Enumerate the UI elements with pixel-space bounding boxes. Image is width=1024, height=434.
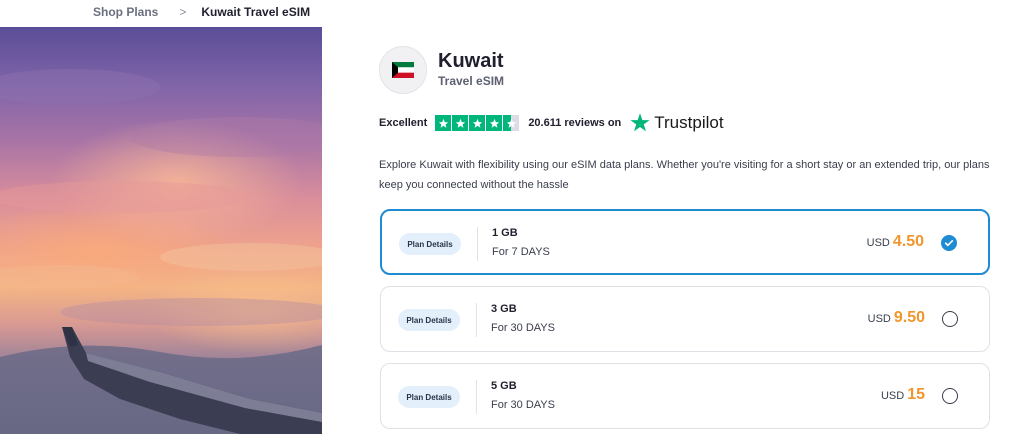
star-icon xyxy=(435,115,452,131)
plan-price: USD 9.50 xyxy=(868,309,925,327)
price-amount: 4.50 xyxy=(892,233,924,250)
flag-icon-graphic xyxy=(392,62,414,78)
price-amount: 15 xyxy=(907,386,925,403)
plan-data-amount: 5 GB xyxy=(491,380,517,392)
radio-circle-icon[interactable] xyxy=(942,311,958,327)
plan-card-3gb[interactable]: Plan Details 3 GB For 30 DAYS USD 9.50 xyxy=(380,286,990,352)
check-circle-icon[interactable] xyxy=(941,235,957,251)
product-description: Explore Kuwait with flexibility using ou… xyxy=(379,159,990,191)
price-currency: USD xyxy=(880,390,905,402)
plan-card-5gb[interactable]: Plan Details 5 GB For 30 DAYS USD 15 xyxy=(380,363,990,429)
hero-image xyxy=(0,27,322,434)
half-star-icon xyxy=(503,115,520,131)
rating-stars xyxy=(435,115,520,131)
country-title: Kuwait xyxy=(438,50,504,72)
plan-price: USD 15 xyxy=(881,386,925,404)
radio-circle-icon[interactable] xyxy=(942,388,958,404)
breadcrumb-shop-plans-link[interactable]: Shop Plans xyxy=(93,5,158,19)
plan-price: USD 4.50 xyxy=(867,233,924,251)
trustpilot-brand: Trustpilot xyxy=(654,113,724,132)
plan-duration: For 7 DAYS xyxy=(492,246,550,258)
plan-details-button[interactable]: Plan Details xyxy=(398,309,460,331)
trustpilot-rating[interactable]: Excellent 20.611 reviews on Trustpilot xyxy=(379,112,724,134)
breadcrumb-separator: > xyxy=(179,5,187,19)
divider xyxy=(476,303,477,337)
plan-data-amount: 3 GB xyxy=(491,303,517,315)
price-currency: USD xyxy=(866,237,890,249)
plan-card-1gb[interactable]: Plan Details 1 GB For 7 DAYS USD 4.50 xyxy=(380,209,990,275)
plan-details-button[interactable]: Plan Details xyxy=(398,386,460,408)
plan-duration: For 30 DAYS xyxy=(491,322,555,334)
divider xyxy=(477,227,478,261)
star-icon xyxy=(469,115,486,131)
price-amount: 9.50 xyxy=(893,309,925,326)
plan-data-amount: 1 GB xyxy=(492,227,518,239)
rating-label: Excellent xyxy=(379,117,428,129)
kuwait-flag-icon xyxy=(379,46,427,94)
divider xyxy=(476,380,477,414)
trustpilot-logo: Trustpilot xyxy=(629,112,724,134)
breadcrumb: Shop Plans > Kuwait Travel eSIM xyxy=(93,4,310,20)
trustpilot-star-icon xyxy=(630,113,650,132)
breadcrumb-current: Kuwait Travel eSIM xyxy=(201,5,311,19)
star-icon xyxy=(486,115,503,131)
price-currency: USD xyxy=(867,313,891,325)
airplane-wing-illustration xyxy=(0,69,322,434)
plan-details-button[interactable]: Plan Details xyxy=(399,233,461,255)
plan-duration: For 30 DAYS xyxy=(491,399,555,411)
product-subtitle: Travel eSIM xyxy=(438,74,505,88)
star-icon xyxy=(452,115,469,131)
reviews-count: 20.611 reviews on xyxy=(528,117,622,129)
